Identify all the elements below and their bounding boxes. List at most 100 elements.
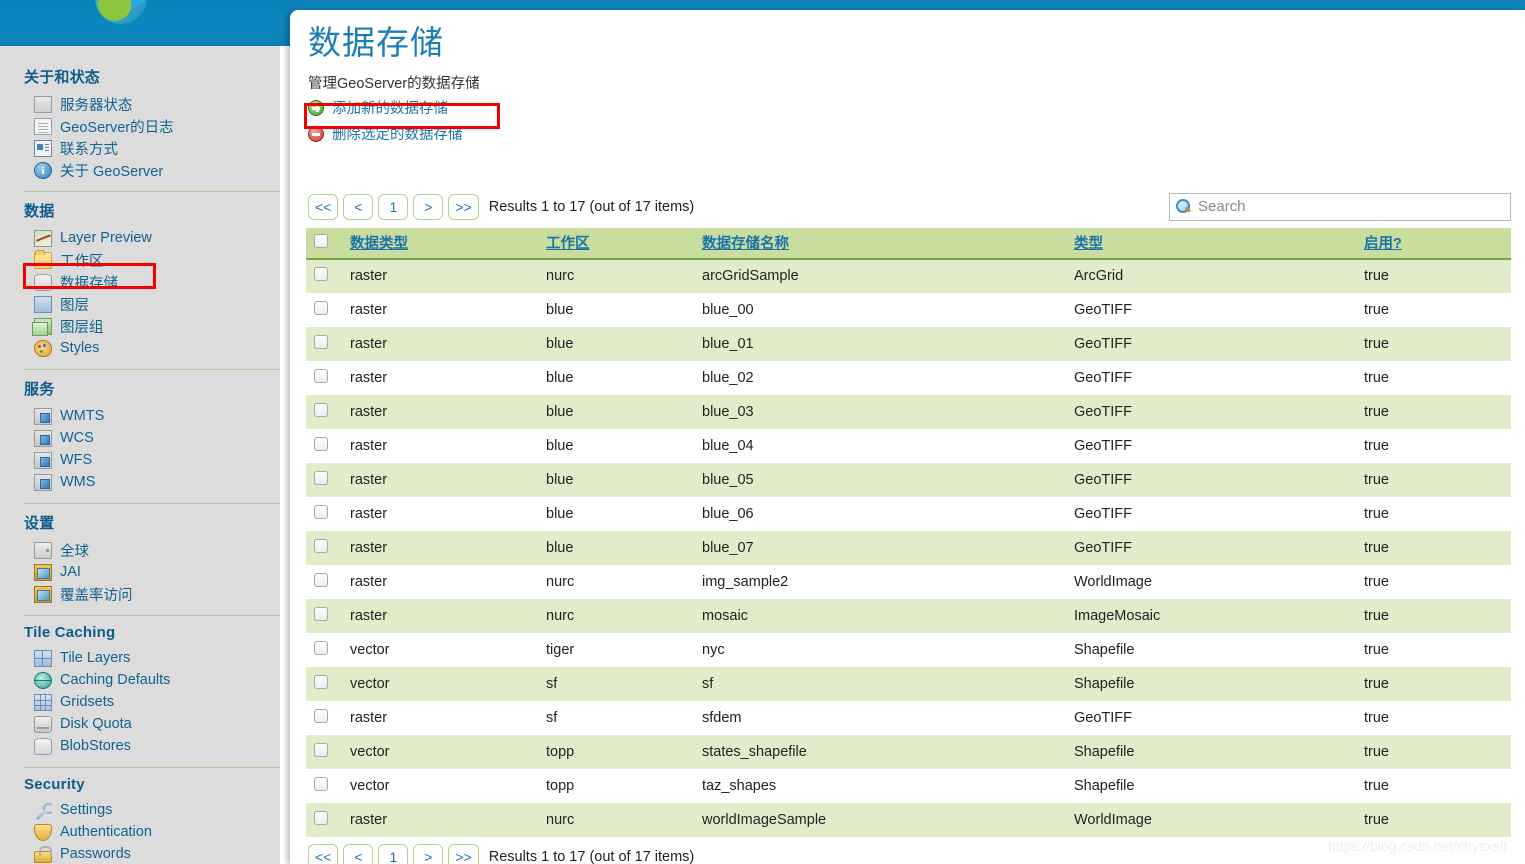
table-row[interactable]: raster blue blue_05 GeoTIFF true <box>306 462 1511 497</box>
row-checkbox[interactable] <box>314 436 328 451</box>
table-row[interactable]: vector topp states_shapefile Shapefile true <box>306 734 1511 769</box>
sidebar-group-title: 服务 <box>24 381 55 398</box>
disk-quota-icon <box>34 715 52 733</box>
sidebar-item-item[interactable]: 覆盖率访问 <box>34 583 280 605</box>
table-row[interactable]: raster nurc arcGridSample ArcGrid true <box>306 258 1511 293</box>
pager-first-button-bottom[interactable]: << <box>308 843 339 864</box>
sidebar-item-gridsets[interactable]: Gridsets <box>34 691 280 713</box>
sidebar-item-wms[interactable]: WMS <box>34 471 280 493</box>
row-checkbox[interactable] <box>314 572 328 587</box>
row-checkbox[interactable] <box>314 300 328 315</box>
sidebar-item-blobstores[interactable]: BlobStores <box>34 735 280 757</box>
sidebar-item-item[interactable]: 图层 <box>34 293 280 315</box>
table-row[interactable]: raster blue blue_07 GeoTIFF true <box>306 530 1511 565</box>
sidebar-item-item[interactable]: 数据存储 <box>34 271 280 293</box>
remove-selected-datastores-link[interactable]: 删除选定的数据存储 <box>308 123 504 145</box>
sidebar-item-label: 全球 <box>60 543 89 560</box>
row-checkbox[interactable] <box>314 640 328 655</box>
row-checkbox[interactable] <box>314 267 328 282</box>
cell-enabled: true <box>1356 530 1511 565</box>
cell-enabled: true <box>1356 666 1511 701</box>
row-checkbox[interactable] <box>314 742 328 757</box>
sidebar-item-passwords[interactable]: Passwords <box>34 843 280 864</box>
sidebar-item-styles[interactable]: Styles <box>34 337 280 359</box>
cell-enabled: true <box>1356 564 1511 599</box>
cell-data-type: raster <box>342 564 538 599</box>
sidebar-item-layer-preview[interactable]: Layer Preview <box>34 227 280 249</box>
sidebar-item-item[interactable]: 图层组 <box>32 315 280 337</box>
select-all-header <box>306 227 342 260</box>
table-row[interactable]: raster sf sfdem GeoTIFF true <box>306 700 1511 735</box>
cell-workspace: topp <box>538 768 694 803</box>
cell-type: GeoTIFF <box>1066 292 1356 327</box>
sidebar-item-authentication[interactable]: Authentication <box>34 821 280 843</box>
table-row[interactable]: vector tiger nyc Shapefile true <box>306 632 1511 667</box>
row-checkbox[interactable] <box>314 606 328 621</box>
sidebar-item-wcs[interactable]: WCS <box>34 427 280 449</box>
table-row[interactable]: raster blue blue_03 GeoTIFF true <box>306 394 1511 429</box>
table-row[interactable]: raster nurc mosaic ImageMosaic true <box>306 598 1511 633</box>
row-checkbox[interactable] <box>314 402 328 417</box>
sidebar-item-disk-quota[interactable]: Disk Quota <box>34 713 280 735</box>
sidebar-divider <box>24 369 280 370</box>
pager-prev-button-bottom[interactable]: < <box>343 843 374 864</box>
sidebar-item-item[interactable]: 工作区 <box>34 249 280 271</box>
sidebar-item-label: 覆盖率访问 <box>60 587 133 604</box>
pager-last-button[interactable]: >> <box>448 193 479 220</box>
pager-page-1-button[interactable]: 1 <box>378 193 409 220</box>
row-select-cell <box>306 428 342 463</box>
add-new-datastore-link[interactable]: 添加新的数据存储 <box>308 97 504 119</box>
row-checkbox[interactable] <box>314 334 328 349</box>
cell-enabled: true <box>1356 292 1511 327</box>
sidebar-item-item[interactable]: 联系方式 <box>34 137 280 159</box>
jai-image-icon <box>34 563 52 581</box>
column-header-enabled[interactable]: 启用? <box>1356 227 1511 260</box>
row-checkbox[interactable] <box>314 504 328 519</box>
column-header-data-type[interactable]: 数据类型 <box>342 227 538 260</box>
pager-next-button[interactable]: > <box>413 193 444 220</box>
sidebar-item-settings[interactable]: Settings <box>34 799 280 821</box>
row-checkbox[interactable] <box>314 470 328 485</box>
database-icon <box>34 273 52 291</box>
row-checkbox[interactable] <box>314 810 328 825</box>
sidebar-item-caching-defaults[interactable]: Caching Defaults <box>34 669 280 691</box>
table-row[interactable]: vector topp taz_shapes Shapefile true <box>306 768 1511 803</box>
row-checkbox[interactable] <box>314 368 328 383</box>
sidebar-group-title: Tile Caching <box>24 624 116 641</box>
sidebar-item-wfs[interactable]: WFS <box>34 449 280 471</box>
column-header-workspace[interactable]: 工作区 <box>538 227 694 260</box>
sidebar-item-geoserver[interactable]: GeoServer的日志 <box>34 115 280 137</box>
row-checkbox[interactable] <box>314 708 328 723</box>
table-row[interactable]: raster blue blue_01 GeoTIFF true <box>306 326 1511 361</box>
row-checkbox[interactable] <box>314 538 328 553</box>
cell-workspace: blue <box>538 292 694 327</box>
column-header-type[interactable]: 类型 <box>1066 227 1356 260</box>
sidebar-divider <box>24 191 280 192</box>
table-row[interactable]: raster blue blue_02 GeoTIFF true <box>306 360 1511 395</box>
cell-store-name: blue_01 <box>694 326 1066 361</box>
sidebar-item-jai[interactable]: JAI <box>34 561 280 583</box>
table-row[interactable]: vector sf sf Shapefile true <box>306 666 1511 701</box>
row-checkbox[interactable] <box>314 674 328 689</box>
table-row[interactable]: raster nurc worldImageSample WorldImage true <box>306 802 1511 837</box>
sidebar-item-label: 联系方式 <box>60 141 118 158</box>
sidebar-item-item[interactable]: 全球 <box>34 539 280 561</box>
pager-next-button-bottom[interactable]: > <box>413 843 444 864</box>
sidebar-item-geoserver[interactable]: 关于 GeoServer <box>34 159 280 181</box>
table-row[interactable]: raster nurc img_sample2 WorldImage true <box>306 564 1511 599</box>
table-row[interactable]: raster blue blue_06 GeoTIFF true <box>306 496 1511 531</box>
pager-last-button-bottom[interactable]: >> <box>448 843 479 864</box>
pager-page-1-button-bottom[interactable]: 1 <box>378 843 409 864</box>
pager-first-button[interactable]: << <box>308 193 339 220</box>
select-all-checkbox[interactable] <box>314 233 328 248</box>
table-row[interactable]: raster blue blue_00 GeoTIFF true <box>306 292 1511 327</box>
column-header-store-name[interactable]: 数据存储名称 <box>694 227 1066 260</box>
search-box[interactable]: Search <box>1169 192 1511 221</box>
sidebar-item-wmts[interactable]: WMTS <box>34 405 280 427</box>
contact-card-icon <box>34 139 52 157</box>
sidebar-item-tile-layers[interactable]: Tile Layers <box>34 647 280 669</box>
pager-prev-button[interactable]: < <box>343 193 374 220</box>
table-row[interactable]: raster blue blue_04 GeoTIFF true <box>306 428 1511 463</box>
row-checkbox[interactable] <box>314 776 328 791</box>
sidebar-item-item[interactable]: 服务器状态 <box>34 93 280 115</box>
